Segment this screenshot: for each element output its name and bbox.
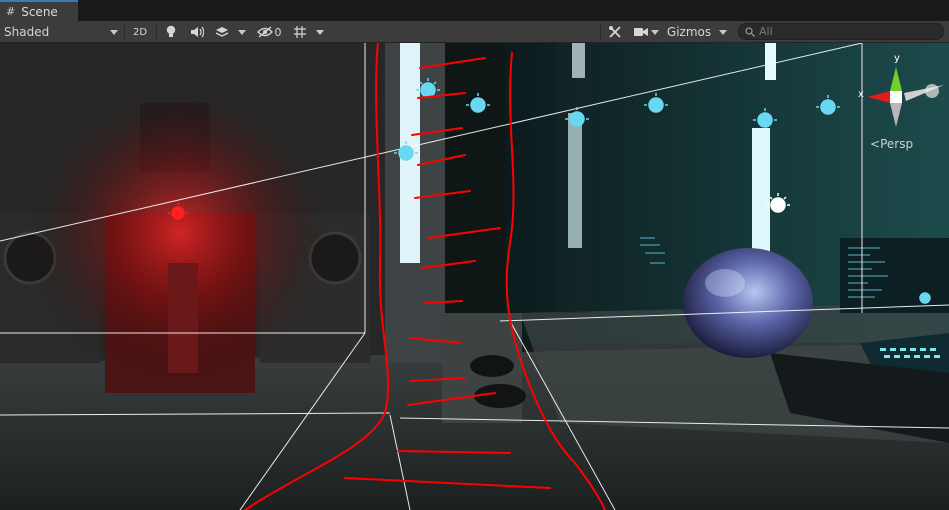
tab-scene[interactable]: # Scene [0, 0, 78, 21]
scene-visibility-button[interactable]: 0 [254, 23, 284, 41]
orientation-gizmo[interactable]: y x [852, 47, 948, 133]
camera-settings-button[interactable] [630, 23, 662, 41]
draw-mode-value: Shaded [4, 25, 50, 39]
neg-y-axis-cone[interactable] [890, 103, 902, 127]
divider [124, 24, 125, 40]
effects-dropdown[interactable] [234, 23, 250, 41]
center-cube[interactable] [890, 91, 902, 103]
projection-label: Persp [880, 137, 914, 151]
layers-icon [215, 27, 229, 37]
x-axis-cone[interactable] [867, 91, 890, 103]
divider [156, 24, 157, 40]
camera-icon [633, 28, 648, 36]
tab-bar: # Scene [0, 0, 949, 21]
speaker-icon [191, 26, 204, 38]
toggle-2d-button[interactable]: 2D [128, 23, 152, 41]
gizmos-dropdown[interactable] [714, 23, 732, 41]
grid-snap-icon [294, 26, 306, 38]
projection-toggle[interactable]: <Persp [870, 137, 913, 151]
chevron-down-icon [316, 29, 324, 35]
tab-scene-label: Scene [21, 4, 58, 19]
chevron-down-icon [110, 30, 118, 35]
draw-mode-dropdown[interactable]: Shaded [4, 23, 120, 41]
audio-toggle-button[interactable] [186, 23, 208, 41]
chevron-left-icon: < [870, 137, 881, 151]
grid-dropdown[interactable] [312, 23, 328, 41]
scene-render [0, 43, 949, 510]
y-axis-label: y [894, 53, 900, 64]
scene-viewport[interactable]: y x <Persp [0, 43, 949, 510]
grid-toggle-button[interactable] [289, 23, 311, 41]
scene-search-input[interactable]: All [738, 23, 944, 40]
gizmos-label: Gizmos [666, 25, 712, 39]
x-axis-label: x [858, 89, 864, 100]
divider [600, 24, 601, 40]
effects-button[interactable] [211, 23, 233, 41]
chevron-down-icon [719, 29, 727, 35]
grid-icon: # [6, 5, 16, 18]
lightbulb-icon [166, 25, 176, 37]
lighting-toggle-button[interactable] [160, 23, 182, 41]
chevron-down-icon [650, 29, 659, 35]
tools-icon [609, 26, 621, 38]
search-icon [745, 26, 755, 37]
toggle-2d-label: 2D [132, 26, 148, 38]
chevron-down-icon [238, 29, 246, 35]
tools-button[interactable] [604, 23, 626, 41]
hidden-count: 0 [274, 25, 282, 39]
y-axis-cone[interactable] [890, 67, 902, 91]
reflection-sphere [683, 248, 813, 358]
eye-hidden-icon [256, 26, 273, 38]
search-placeholder: All [759, 25, 773, 38]
gizmos-button[interactable]: Gizmos [665, 23, 713, 41]
